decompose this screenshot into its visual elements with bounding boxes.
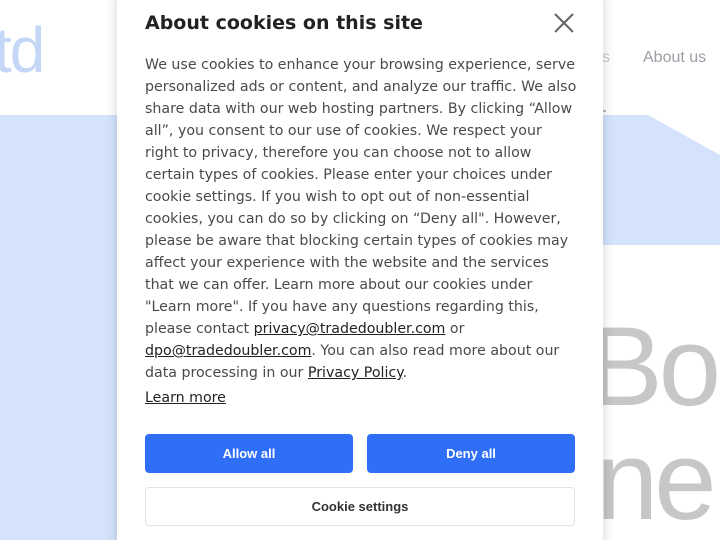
close-button[interactable] (551, 10, 577, 36)
hero-heading-line-1: Boo (588, 304, 720, 429)
privacy-email-link[interactable]: privacy@tradedoubler.com (254, 321, 446, 337)
body-text-part-1: We use cookies to enhance your browsing … (145, 57, 577, 337)
body-text-end: . (402, 365, 408, 381)
allow-all-button[interactable]: Allow all (145, 434, 353, 473)
dialog-body-text: We use cookies to enhance your browsing … (145, 54, 577, 384)
body-text-or: or (445, 321, 465, 337)
learn-more-link[interactable]: Learn more (145, 390, 226, 406)
cookie-consent-dialog: About cookies on this site We use cookie… (117, 0, 603, 540)
hero-heading-line-2: ne (596, 418, 717, 540)
deny-all-button[interactable]: Deny all (367, 434, 575, 473)
site-logo[interactable]: td (0, 18, 45, 82)
nav-item-partial[interactable]: s (602, 49, 610, 67)
close-icon (554, 13, 574, 33)
dpo-email-link[interactable]: dpo@tradedoubler.com (145, 343, 311, 359)
nav-item-about-us[interactable]: About us (643, 49, 706, 67)
dialog-title: About cookies on this site (145, 12, 423, 34)
cookie-settings-button[interactable]: Cookie settings (145, 487, 575, 526)
privacy-policy-link[interactable]: Privacy Policy (308, 365, 403, 381)
